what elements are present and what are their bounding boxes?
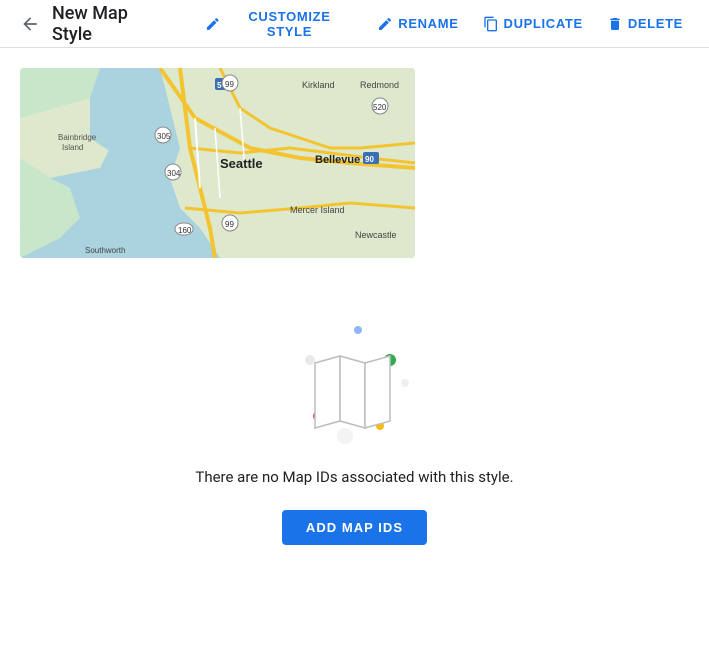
svg-text:99: 99 <box>225 220 234 229</box>
svg-text:Bainbridge: Bainbridge <box>58 133 97 142</box>
svg-text:Seattle: Seattle <box>220 156 263 171</box>
duplicate-button[interactable]: DUPLICATE <box>473 10 593 38</box>
customize-icon <box>205 16 221 32</box>
svg-text:304: 304 <box>167 169 181 178</box>
map-thumbnail: Bainbridge Island Seattle Bellevue Kirkl… <box>20 68 415 258</box>
duplicate-icon <box>483 16 499 32</box>
map-illustration <box>290 318 420 448</box>
svg-text:5: 5 <box>217 81 222 90</box>
rename-icon <box>377 16 393 32</box>
rename-label: RENAME <box>398 16 458 31</box>
svg-text:305: 305 <box>157 132 171 141</box>
main-content: Bainbridge Island Seattle Bellevue Kirkl… <box>0 48 709 585</box>
page-title: New Map Style <box>52 3 171 45</box>
delete-label: DELETE <box>628 16 683 31</box>
rename-button[interactable]: RENAME <box>367 10 468 38</box>
svg-text:Island: Island <box>62 143 83 152</box>
svg-text:Redmond: Redmond <box>360 80 399 90</box>
add-map-ids-button[interactable]: ADD MAP IDS <box>282 510 427 545</box>
header-actions: CUSTOMIZE STYLE RENAME DUPLICATE DELETE <box>195 3 693 45</box>
delete-button[interactable]: DELETE <box>597 10 693 38</box>
svg-text:90: 90 <box>365 155 374 164</box>
back-button[interactable] <box>16 10 44 38</box>
empty-state-message: There are no Map IDs associated with thi… <box>195 468 513 486</box>
delete-icon <box>607 16 623 32</box>
customize-style-button[interactable]: CUSTOMIZE STYLE <box>195 3 363 45</box>
svg-text:Kirkland: Kirkland <box>302 80 335 90</box>
svg-text:99: 99 <box>225 80 234 89</box>
svg-text:Southworth: Southworth <box>85 246 125 255</box>
svg-text:520: 520 <box>373 103 387 112</box>
svg-text:160: 160 <box>178 226 192 235</box>
empty-state: There are no Map IDs associated with thi… <box>20 318 689 565</box>
svg-text:Newcastle: Newcastle <box>355 230 397 240</box>
svg-text:Mercer Island: Mercer Island <box>290 205 345 215</box>
header: New Map Style CUSTOMIZE STYLE RENAME DUP… <box>0 0 709 48</box>
duplicate-label: DUPLICATE <box>504 16 583 31</box>
svg-text:Bellevue: Bellevue <box>315 154 360 166</box>
customize-style-label: CUSTOMIZE STYLE <box>226 9 354 39</box>
